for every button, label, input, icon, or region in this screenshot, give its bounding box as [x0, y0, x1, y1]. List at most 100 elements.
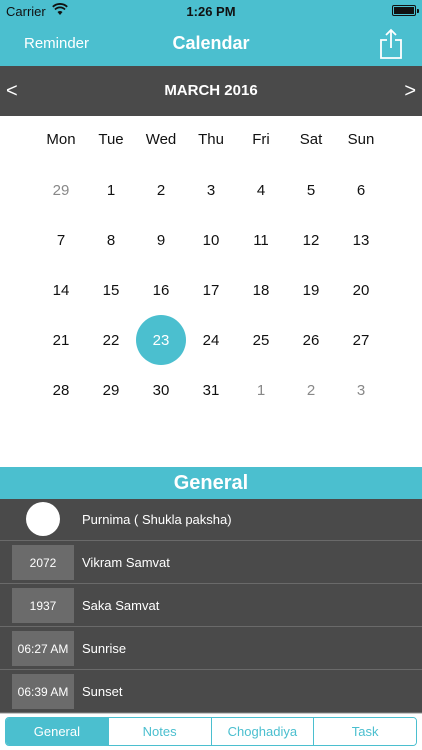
calendar-day-number: 4 [256, 181, 266, 199]
calendar-day-number: 9 [156, 231, 166, 249]
weekday-header: Mon Tue Wed Thu Fri Sat Sun [36, 131, 386, 151]
calendar-day[interactable]: 22 [86, 315, 136, 365]
general-info-row: Purnima ( Shukla paksha) [0, 499, 422, 541]
calendar-day[interactable]: 14 [36, 265, 86, 315]
weekday-label: Wed [145, 131, 177, 148]
calendar-day-number: 18 [252, 281, 270, 299]
tab-notes[interactable]: Notes [108, 718, 212, 745]
tab-task[interactable]: Task [314, 718, 416, 745]
calendar-day[interactable]: 31 [186, 365, 236, 415]
carrier-label: Carrier [6, 4, 46, 19]
calendar-day-number: 23 [136, 315, 186, 365]
calendar-day[interactable]: 5 [286, 165, 336, 215]
calendar-day-number: 6 [356, 181, 366, 199]
calendar-day-number: 15 [102, 281, 120, 299]
calendar-day-number: 8 [106, 231, 116, 249]
info-label: Saka Samvat [82, 598, 160, 613]
calendar-day[interactable]: 11 [236, 215, 286, 265]
general-section-title: General [0, 467, 422, 499]
month-bar: < MARCH 2016 > [0, 66, 422, 116]
info-label: Sunset [82, 684, 123, 699]
calendar-day-number: 2 [156, 181, 166, 199]
general-info-list: Purnima ( Shukla paksha) 2072 Vikram Samva… [0, 499, 422, 713]
general-info-row: 06:39 AM Sunset [0, 671, 422, 713]
calendar-day[interactable]: 21 [36, 315, 86, 365]
calendar-day[interactable]: 25 [236, 315, 286, 365]
calendar-day[interactable]: 3 [336, 365, 386, 415]
calendar-day-selected[interactable]: 23 [136, 315, 186, 365]
weekday-label: Sun [347, 131, 375, 148]
weekday-label: Thu [198, 131, 224, 148]
calendar-day-number: 31 [202, 381, 220, 399]
calendar-day-number: 16 [152, 281, 170, 299]
calendar-day-number: 13 [352, 231, 370, 249]
calendar-day[interactable]: 9 [136, 215, 186, 265]
calendar-day[interactable]: 8 [86, 215, 136, 265]
calendar-day[interactable]: 17 [186, 265, 236, 315]
calendar-day[interactable]: 6 [336, 165, 386, 215]
nav-bar: Reminder Calendar [0, 22, 422, 66]
general-info-row: 1937 Saka Samvat [0, 585, 422, 627]
calendar-day[interactable]: 29 [36, 165, 86, 215]
calendar-grid: 29 1 2 3 4 5 6 7 8 9 10 11 12 13 14 15 16 17 18 19 20 21 22 23 2… [36, 165, 386, 415]
info-value-badge: 1937 [12, 588, 74, 623]
calendar-day[interactable]: 1 [86, 165, 136, 215]
calendar-day-number: 28 [52, 381, 70, 399]
info-label: Purnima ( Shukla paksha) [82, 512, 232, 527]
reminder-button[interactable]: Reminder [24, 35, 89, 52]
prev-month-button[interactable]: < [6, 80, 18, 103]
calendar-day[interactable]: 10 [186, 215, 236, 265]
calendar-day[interactable]: 15 [86, 265, 136, 315]
weekday-label: Mon [46, 131, 76, 148]
tab-general[interactable]: General [6, 718, 109, 745]
calendar-day-number: 27 [352, 331, 370, 349]
calendar-day-number: 30 [152, 381, 170, 399]
calendar-day-number: 1 [106, 181, 116, 199]
calendar-day[interactable]: 3 [186, 165, 236, 215]
segmented-control: General Notes Choghadiya Task [5, 717, 417, 746]
calendar-day-number: 17 [202, 281, 220, 299]
month-title: MARCH 2016 [164, 82, 258, 99]
calendar-day[interactable]: 24 [186, 315, 236, 365]
calendar-day-number: 14 [52, 281, 70, 299]
calendar-day[interactable]: 26 [286, 315, 336, 365]
status-bar: Carrier 1:26 PM [0, 0, 422, 22]
calendar-day[interactable]: 30 [136, 365, 186, 415]
calendar-day-number: 20 [352, 281, 370, 299]
calendar-day-number: 25 [252, 331, 270, 349]
calendar-day-number: 3 [206, 181, 216, 199]
calendar-day-number: 22 [102, 331, 120, 349]
calendar-day-number: 5 [306, 181, 316, 199]
calendar-day-number: 29 [102, 381, 120, 399]
calendar-day-number: 3 [356, 381, 366, 399]
calendar-day-number: 24 [202, 331, 220, 349]
calendar-day-number: 11 [253, 231, 269, 249]
calendar-day[interactable]: 2 [136, 165, 186, 215]
next-month-button[interactable]: > [404, 80, 416, 103]
calendar-day[interactable]: 16 [136, 265, 186, 315]
share-icon[interactable] [378, 28, 404, 60]
calendar-day[interactable]: 4 [236, 165, 286, 215]
calendar-day[interactable]: 18 [236, 265, 286, 315]
calendar-day[interactable]: 19 [286, 265, 336, 315]
calendar-day-number: 29 [52, 181, 70, 199]
calendar-day[interactable]: 2 [286, 365, 336, 415]
general-info-row: 06:27 AM Sunrise [0, 628, 422, 670]
calendar-day[interactable]: 28 [36, 365, 86, 415]
calendar-day[interactable]: 29 [86, 365, 136, 415]
weekday-label: Fri [252, 131, 270, 148]
wifi-icon [52, 3, 68, 19]
weekday-label: Sat [299, 131, 323, 148]
calendar-day[interactable]: 13 [336, 215, 386, 265]
general-info-row: 2072 Vikram Samvat [0, 542, 422, 584]
info-value-badge: 2072 [12, 545, 74, 580]
calendar-day[interactable]: 12 [286, 215, 336, 265]
calendar-day-number: 7 [56, 231, 66, 249]
calendar-day[interactable]: 1 [236, 365, 286, 415]
calendar-day[interactable]: 7 [36, 215, 86, 265]
tab-choghadiya[interactable]: Choghadiya [211, 718, 315, 745]
calendar-day-number: 19 [302, 281, 320, 299]
calendar-day[interactable]: 20 [336, 265, 386, 315]
info-value-badge: 06:27 AM [12, 631, 74, 666]
calendar-day[interactable]: 27 [336, 315, 386, 365]
